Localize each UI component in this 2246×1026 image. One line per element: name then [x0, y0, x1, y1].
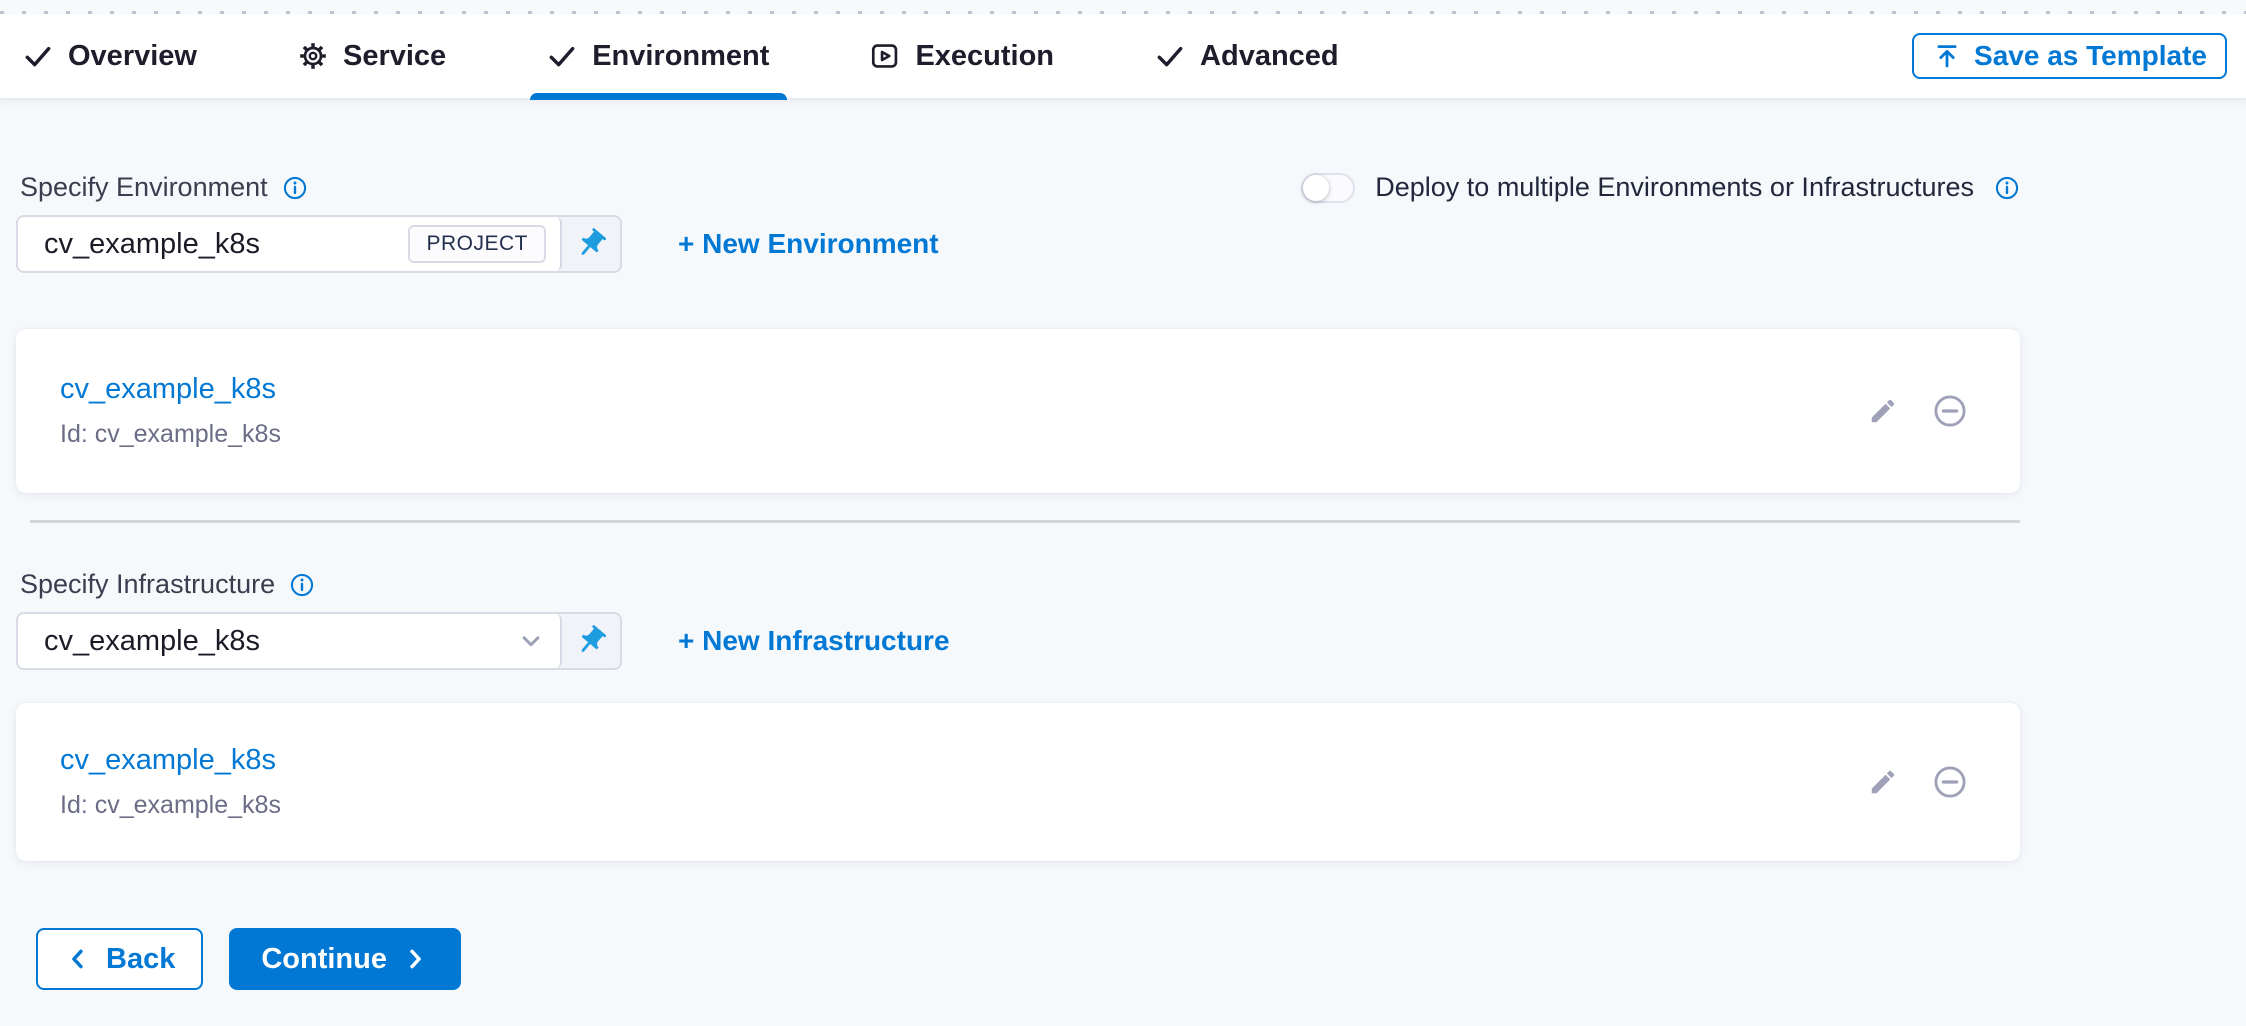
tabbar-spacer — [1437, 14, 1816, 98]
tab-label: Service — [343, 40, 446, 73]
pin-environment-button[interactable] — [562, 217, 620, 271]
infrastructure-selected-value: cv_example_k8s — [44, 625, 516, 658]
new-infrastructure-link[interactable]: + New Infrastructure — [678, 625, 950, 657]
pencil-icon — [1868, 396, 1898, 426]
environment-input-field[interactable]: PROJECT — [18, 217, 562, 271]
minus-circle-icon — [1932, 764, 1968, 800]
tab-overview[interactable]: Overview — [20, 14, 199, 98]
tab-execution[interactable]: Execution — [867, 14, 1056, 98]
back-button[interactable]: Back — [36, 928, 203, 990]
tab-advanced[interactable]: Advanced — [1152, 14, 1341, 98]
multi-deploy-toggle-label: Deploy to multiple Environments or Infra… — [1375, 172, 1974, 203]
environment-stage-panel: Specify Environment Deploy to multiple E… — [0, 172, 2246, 990]
tab-label: Advanced — [1200, 40, 1339, 73]
section-divider — [30, 520, 2020, 523]
back-button-label: Back — [106, 943, 175, 976]
pin-icon — [574, 227, 608, 261]
remove-environment-button[interactable] — [1928, 389, 1972, 433]
edit-infrastructure-button[interactable] — [1864, 763, 1902, 801]
new-environment-link[interactable]: + New Environment — [678, 228, 939, 260]
save-as-template-label: Save as Template — [1974, 40, 2207, 72]
environment-card: cv_example_k8s Id: cv_example_k8s — [16, 329, 2020, 493]
multi-deploy-toggle-block: Deploy to multiple Environments or Infra… — [1301, 172, 2020, 203]
infrastructure-card-actions — [1864, 760, 1972, 804]
environment-card-actions — [1864, 389, 1972, 433]
pin-infrastructure-button[interactable] — [562, 614, 620, 668]
tab-label: Execution — [915, 40, 1054, 73]
check-icon — [22, 40, 54, 72]
minus-circle-icon — [1932, 393, 1968, 429]
infrastructure-card-id: Id: cv_example_k8s — [60, 791, 1864, 820]
tab-label: Environment — [592, 40, 769, 73]
info-icon[interactable] — [1994, 175, 2020, 201]
environment-card-info: cv_example_k8s Id: cv_example_k8s — [60, 373, 1864, 449]
environment-select-control: PROJECT — [16, 215, 622, 273]
toggle-knob — [1303, 175, 1329, 201]
infrastructure-card: cv_example_k8s Id: cv_example_k8s — [16, 703, 2020, 861]
remove-infrastructure-button[interactable] — [1928, 760, 1972, 804]
gear-icon — [297, 40, 329, 72]
infrastructure-select-field[interactable]: cv_example_k8s — [18, 614, 562, 668]
info-icon[interactable] — [282, 175, 308, 201]
scope-badge: PROJECT — [408, 225, 546, 263]
upload-icon — [1932, 41, 1962, 71]
environment-input[interactable] — [44, 228, 408, 261]
tab-label: Overview — [68, 40, 197, 73]
execution-icon — [869, 40, 901, 72]
continue-button[interactable]: Continue — [229, 928, 461, 990]
specify-infrastructure-text: Specify Infrastructure — [20, 569, 275, 600]
tab-environment[interactable]: Environment — [544, 14, 771, 98]
tab-service[interactable]: Service — [295, 14, 448, 98]
wizard-footer: Back Continue — [36, 928, 2020, 990]
save-as-template-button[interactable]: Save as Template — [1912, 33, 2227, 79]
infrastructure-select-control: cv_example_k8s — [16, 612, 622, 670]
chevron-right-icon — [401, 945, 429, 973]
page-top-strip — [0, 0, 2246, 14]
specify-environment-text: Specify Environment — [20, 172, 268, 203]
chevron-down-icon — [516, 626, 546, 656]
check-icon — [1154, 40, 1186, 72]
chevron-left-icon — [64, 945, 92, 973]
multi-deploy-toggle[interactable] — [1301, 173, 1355, 203]
environment-card-title-link[interactable]: cv_example_k8s — [60, 373, 276, 406]
specify-environment-label: Specify Environment — [20, 172, 308, 203]
specify-infrastructure-label: Specify Infrastructure — [20, 569, 315, 600]
environment-card-id: Id: cv_example_k8s — [60, 420, 1864, 449]
check-icon — [546, 40, 578, 72]
pencil-icon — [1868, 767, 1898, 797]
edit-environment-button[interactable] — [1864, 392, 1902, 430]
infrastructure-card-info: cv_example_k8s Id: cv_example_k8s — [60, 744, 1864, 820]
info-icon[interactable] — [289, 572, 315, 598]
pin-icon — [574, 624, 608, 658]
stage-tab-bar: Overview Service Environment — [0, 14, 2246, 100]
continue-button-label: Continue — [261, 943, 387, 976]
infrastructure-card-title-link[interactable]: cv_example_k8s — [60, 744, 276, 777]
